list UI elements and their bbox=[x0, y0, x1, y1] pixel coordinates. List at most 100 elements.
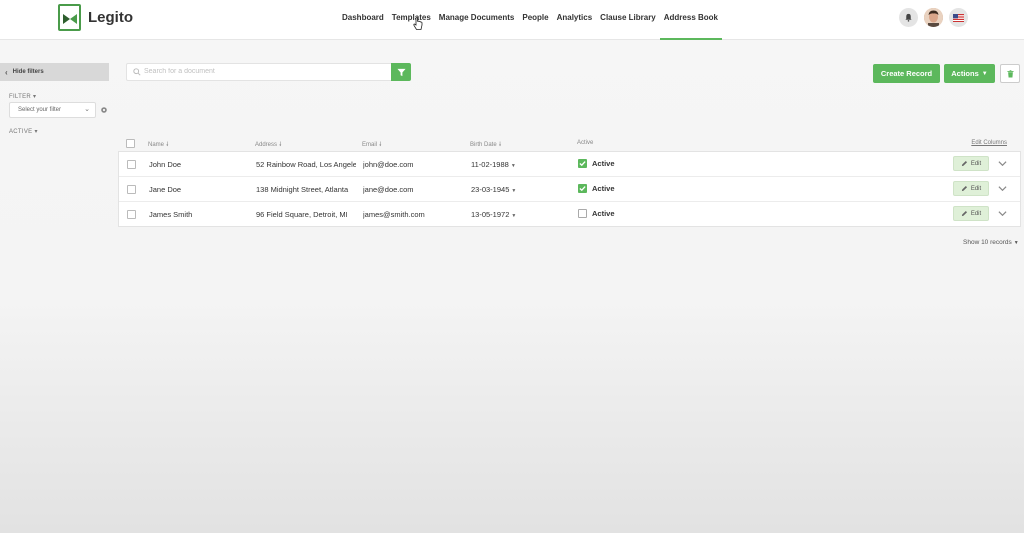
active-checkbox-checked[interactable] bbox=[578, 184, 587, 193]
actions-button[interactable]: Actions ▼ bbox=[944, 64, 995, 83]
cell-address: 138 Midnight Street, Atlanta bbox=[256, 185, 349, 194]
cell-email: james@smith.com bbox=[363, 210, 425, 219]
actions-label: Actions bbox=[951, 69, 979, 78]
caret-down-icon: ▼ bbox=[510, 163, 516, 169]
column-header-email[interactable]: Email 🠗 bbox=[362, 140, 382, 150]
nav-item-clause-library[interactable]: Clause Library bbox=[596, 0, 660, 40]
edit-label: Edit bbox=[970, 160, 982, 167]
nav-item-dashboard[interactable]: Dashboard bbox=[338, 0, 388, 40]
filter-select-placeholder: Select your filter bbox=[18, 107, 62, 113]
table-row[interactable]: John Doe 52 Rainbow Road, Los Angeles jo… bbox=[119, 152, 1020, 177]
sort-down-icon: 🠗 bbox=[166, 142, 169, 148]
checkmark-icon bbox=[579, 161, 586, 167]
edit-label: Edit bbox=[970, 185, 982, 192]
cell-birth-date[interactable]: 23-03-1945 ▼ bbox=[471, 185, 516, 194]
nav-item-manage-documents[interactable]: Manage Documents bbox=[435, 0, 519, 40]
nav-item-templates[interactable]: Templates bbox=[388, 0, 435, 40]
chevron-down-icon[interactable] bbox=[998, 159, 1007, 168]
hide-filters-label: Hide filters bbox=[12, 69, 44, 75]
gear-icon[interactable] bbox=[100, 106, 108, 114]
active-checkbox-checked[interactable] bbox=[578, 159, 587, 168]
app-header: Legito Dashboard Templates Manage Docume… bbox=[0, 0, 1024, 40]
filter-label: FILTER bbox=[9, 94, 32, 100]
active-checkbox-unchecked[interactable] bbox=[578, 209, 587, 218]
filter-toggle[interactable]: FILTER ▾ bbox=[9, 93, 36, 100]
active-label: Active bbox=[592, 159, 615, 168]
search-input[interactable] bbox=[144, 68, 384, 75]
nav-item-address-book[interactable]: Address Book bbox=[659, 0, 722, 40]
edit-button[interactable]: Edit bbox=[953, 156, 989, 171]
bell-icon bbox=[905, 13, 912, 22]
logo-text: Legito bbox=[88, 9, 133, 26]
table-row[interactable]: Jane Doe 138 Midnight Street, Atlanta ja… bbox=[119, 177, 1020, 202]
cell-address: 52 Rainbow Road, Los Angeles bbox=[256, 160, 356, 169]
nav-item-people[interactable]: People bbox=[518, 0, 552, 40]
cell-address: 96 Field Square, Detroit, MI bbox=[256, 210, 348, 219]
row-checkbox[interactable] bbox=[127, 185, 136, 194]
sort-down-icon: 🠗 bbox=[279, 142, 282, 148]
cell-email: john@doe.com bbox=[363, 160, 414, 169]
caret-down-icon: ▼ bbox=[1013, 240, 1019, 246]
cell-birth-date[interactable]: 11-02-1988 ▼ bbox=[471, 160, 516, 169]
sort-down-icon: 🠗 bbox=[379, 142, 382, 148]
search-box bbox=[126, 63, 392, 81]
caret-down-icon: ▼ bbox=[981, 70, 988, 77]
edit-button[interactable]: Edit bbox=[953, 181, 989, 196]
edit-columns-link[interactable]: Edit Columns bbox=[971, 140, 1007, 146]
chevron-down-icon[interactable] bbox=[998, 209, 1007, 218]
hand-cursor-icon bbox=[413, 17, 423, 30]
active-filter-toggle[interactable]: ACTIVE ▾ bbox=[9, 128, 38, 135]
avatar-icon bbox=[924, 8, 943, 27]
user-avatar[interactable] bbox=[924, 8, 943, 27]
logo[interactable]: Legito bbox=[58, 4, 133, 31]
show-records-select[interactable]: Show 10 records ▼ bbox=[963, 239, 1019, 246]
pencil-icon bbox=[961, 185, 967, 192]
search-icon bbox=[133, 68, 141, 76]
logo-mark-icon bbox=[58, 4, 81, 31]
hide-filters-button[interactable]: ‹ Hide filters bbox=[0, 63, 109, 81]
chevron-left-icon: ‹ bbox=[5, 67, 8, 77]
caret-down-icon: ▼ bbox=[511, 213, 517, 219]
funnel-icon bbox=[396, 68, 406, 76]
select-all-checkbox[interactable] bbox=[126, 139, 135, 148]
table-header: Name 🠗 Address 🠗 Email 🠗 Birth Date 🠗 Active… bbox=[118, 137, 1021, 151]
active-label: Active bbox=[592, 184, 615, 193]
edit-button[interactable]: Edit bbox=[953, 206, 989, 221]
main-nav: Dashboard Templates Manage Documents Peo… bbox=[338, 0, 722, 40]
chevron-down-icon: ⌄ bbox=[84, 106, 90, 113]
column-header-name[interactable]: Name 🠗 bbox=[148, 140, 169, 150]
row-checkbox[interactable] bbox=[127, 160, 136, 169]
caret-down-icon: ▾ bbox=[34, 129, 38, 135]
row-checkbox[interactable] bbox=[127, 210, 136, 219]
cell-name: Jane Doe bbox=[149, 185, 182, 194]
edit-label: Edit bbox=[970, 210, 982, 217]
column-header-active[interactable]: Active bbox=[577, 140, 593, 146]
cell-name: James Smith bbox=[149, 210, 193, 219]
create-record-button[interactable]: Create Record bbox=[873, 64, 940, 83]
caret-down-icon: ▾ bbox=[33, 94, 37, 100]
notifications-button[interactable] bbox=[899, 8, 918, 27]
active-label: Active bbox=[592, 209, 615, 218]
trash-icon bbox=[1006, 69, 1014, 77]
pencil-icon bbox=[961, 160, 967, 167]
nav-item-analytics[interactable]: Analytics bbox=[553, 0, 597, 40]
column-header-birth-date[interactable]: Birth Date 🠗 bbox=[470, 140, 501, 150]
header-right bbox=[899, 8, 968, 27]
chevron-down-icon[interactable] bbox=[998, 184, 1007, 193]
column-header-address[interactable]: Address 🠗 bbox=[255, 140, 282, 150]
pencil-icon bbox=[961, 210, 967, 217]
show-records-label: Show 10 records bbox=[963, 239, 1012, 246]
delete-button[interactable] bbox=[1000, 64, 1020, 83]
filter-button[interactable] bbox=[391, 63, 411, 81]
cell-birth-date[interactable]: 13-05-1972 ▼ bbox=[471, 210, 516, 219]
records-table: John Doe 52 Rainbow Road, Los Angeles jo… bbox=[118, 151, 1021, 227]
us-flag-icon bbox=[953, 13, 964, 22]
cell-email: jane@doe.com bbox=[363, 185, 414, 194]
table-row[interactable]: James Smith 96 Field Square, Detroit, MI… bbox=[119, 202, 1020, 227]
checkmark-icon bbox=[579, 186, 586, 192]
active-label: ACTIVE bbox=[9, 129, 33, 135]
filter-select[interactable]: Select your filter ⌄ bbox=[9, 102, 96, 118]
language-button[interactable] bbox=[949, 8, 968, 27]
sort-down-icon: 🠗 bbox=[498, 142, 502, 148]
caret-down-icon: ▼ bbox=[511, 188, 517, 194]
